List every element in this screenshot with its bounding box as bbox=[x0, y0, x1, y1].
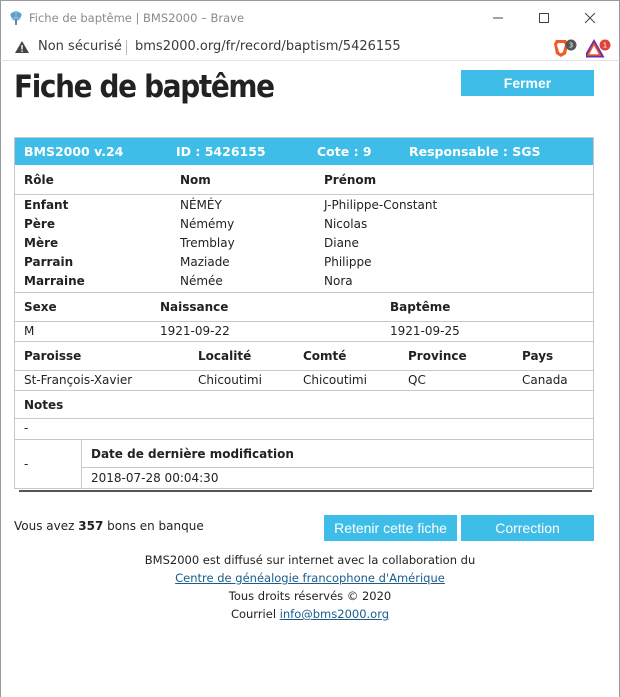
localite-value: Chicoutimi bbox=[198, 373, 262, 387]
url-field[interactable]: bms2000.org/fr/record/baptism/5426155 bbox=[135, 39, 401, 54]
header-sexe: Sexe bbox=[24, 300, 57, 314]
nom-parrain: Maziade bbox=[180, 255, 230, 269]
security-status[interactable]: Non sécurisé bbox=[38, 39, 122, 54]
close-button[interactable]: Fermer bbox=[461, 70, 594, 96]
app-tree-icon bbox=[10, 11, 22, 25]
record-responsable: Responsable : SGS bbox=[409, 144, 541, 159]
bank-suffix: bons en banque bbox=[103, 519, 204, 533]
maximize-button[interactable] bbox=[521, 1, 567, 35]
bank-balance: Vous avez 357 bons en banque bbox=[14, 519, 204, 533]
record-header-bar: BMS2000 v.24 ID : 5426155 Cote : 9 Respo… bbox=[15, 138, 593, 165]
header-prenom: Prénom bbox=[324, 173, 377, 187]
header-province: Province bbox=[408, 349, 467, 363]
minimize-icon bbox=[493, 17, 503, 19]
divider bbox=[15, 370, 593, 371]
sexe-value: M bbox=[24, 324, 35, 338]
header-notes: Notes bbox=[24, 398, 64, 412]
divider bbox=[81, 440, 82, 488]
header-modification: Date de dernière modification bbox=[91, 447, 294, 461]
warning-icon[interactable] bbox=[14, 40, 30, 54]
bapteme-value: 1921-09-25 bbox=[390, 324, 460, 338]
window-titlebar: Fiche de baptême | BMS2000 – Brave bbox=[0, 0, 620, 34]
header-localite: Localité bbox=[198, 349, 252, 363]
page-title: Fiche de baptême bbox=[14, 69, 275, 105]
footer-collab-text: BMS2000 est diffusé sur internet avec la… bbox=[144, 553, 476, 567]
header-bapteme: Baptême bbox=[390, 300, 451, 314]
prenom-parrain: Philippe bbox=[324, 255, 372, 269]
baptism-record: BMS2000 v.24 ID : 5426155 Cote : 9 Respo… bbox=[14, 137, 594, 489]
header-paroisse: Paroisse bbox=[24, 349, 82, 363]
divider bbox=[15, 418, 593, 419]
prenom-marraine: Nora bbox=[324, 274, 353, 288]
divider bbox=[81, 467, 593, 468]
record-version: BMS2000 v.24 bbox=[24, 144, 124, 159]
email-link[interactable]: info@bms2000.org bbox=[280, 607, 389, 621]
role-marraine: Marraine bbox=[24, 274, 85, 288]
cgfa-link[interactable]: Centre de généalogie francophone d'Améri… bbox=[175, 571, 445, 585]
prenom-mere: Diane bbox=[324, 236, 359, 250]
close-icon bbox=[584, 12, 596, 24]
minimize-button[interactable] bbox=[475, 1, 521, 35]
bank-count: 357 bbox=[78, 519, 104, 533]
pays-value: Canada bbox=[522, 373, 568, 387]
modification-left-value: - bbox=[24, 457, 29, 471]
correction-button[interactable]: Correction bbox=[461, 515, 594, 541]
modification-section: - Date de dernière modification 2018-07-… bbox=[15, 439, 593, 488]
close-window-button[interactable] bbox=[567, 1, 613, 35]
window-title: Fiche de baptême | BMS2000 – Brave bbox=[29, 11, 245, 25]
header-role: Rôle bbox=[24, 173, 54, 187]
maximize-icon bbox=[539, 13, 549, 23]
header-comte: Comté bbox=[303, 349, 347, 363]
bank-prefix: Vous avez bbox=[14, 519, 79, 533]
address-separator bbox=[126, 40, 127, 55]
footer-email-prefix: Courriel bbox=[230, 607, 280, 621]
nom-mere: Tremblay bbox=[180, 236, 235, 250]
dates-section: Sexe Naissance Baptême M 1921-09-22 1921… bbox=[15, 292, 593, 341]
record-id: ID : 5426155 bbox=[176, 144, 266, 159]
notes-value: - bbox=[24, 421, 29, 435]
header-pays: Pays bbox=[522, 349, 554, 363]
record-cote: Cote : 9 bbox=[317, 144, 372, 159]
page-footer: BMS2000 est diffusé sur internet avec la… bbox=[1, 551, 619, 623]
header-naissance: Naissance bbox=[160, 300, 229, 314]
notes-section: Notes - bbox=[15, 390, 593, 437]
address-bar: Non sécurisé bms2000.org/fr/record/bapti… bbox=[0, 34, 620, 61]
modification-value: 2018-07-28 00:04:30 bbox=[91, 471, 219, 485]
role-parrain: Parrain bbox=[24, 255, 74, 269]
role-mere: Mère bbox=[24, 236, 59, 250]
nom-pere: Némémy bbox=[180, 217, 235, 231]
retain-record-button[interactable]: Retenir cette fiche bbox=[324, 515, 457, 541]
people-section: Rôle Nom Prénom Enfant NÉMÉY J-Philippe-… bbox=[15, 165, 593, 290]
naissance-value: 1921-09-22 bbox=[160, 324, 230, 338]
header-nom: Nom bbox=[180, 173, 211, 187]
place-section: Paroisse Localité Comté Province Pays St… bbox=[15, 341, 593, 390]
paroisse-value: St-François-Xavier bbox=[24, 373, 133, 387]
rewards-count: 1 bbox=[603, 42, 607, 50]
divider bbox=[15, 321, 593, 322]
province-value: QC bbox=[408, 373, 426, 387]
brave-shields-icon[interactable]: 3 bbox=[553, 38, 577, 58]
nom-marraine: Némée bbox=[180, 274, 223, 288]
page-content: Fiche de baptême Fermer BMS2000 v.24 ID … bbox=[0, 61, 620, 697]
divider bbox=[15, 194, 593, 195]
role-enfant: Enfant bbox=[24, 198, 69, 212]
footer-copyright: Tous droits réservés © 2020 bbox=[228, 589, 392, 603]
shields-count: 3 bbox=[569, 42, 573, 50]
section-divider bbox=[19, 490, 592, 492]
nom-enfant: NÉMÉY bbox=[180, 198, 222, 212]
comte-value: Chicoutimi bbox=[303, 373, 367, 387]
role-pere: Père bbox=[24, 217, 55, 231]
prenom-pere: Nicolas bbox=[324, 217, 368, 231]
brave-rewards-icon[interactable]: 1 bbox=[586, 38, 614, 58]
prenom-enfant: J-Philippe-Constant bbox=[324, 198, 438, 212]
